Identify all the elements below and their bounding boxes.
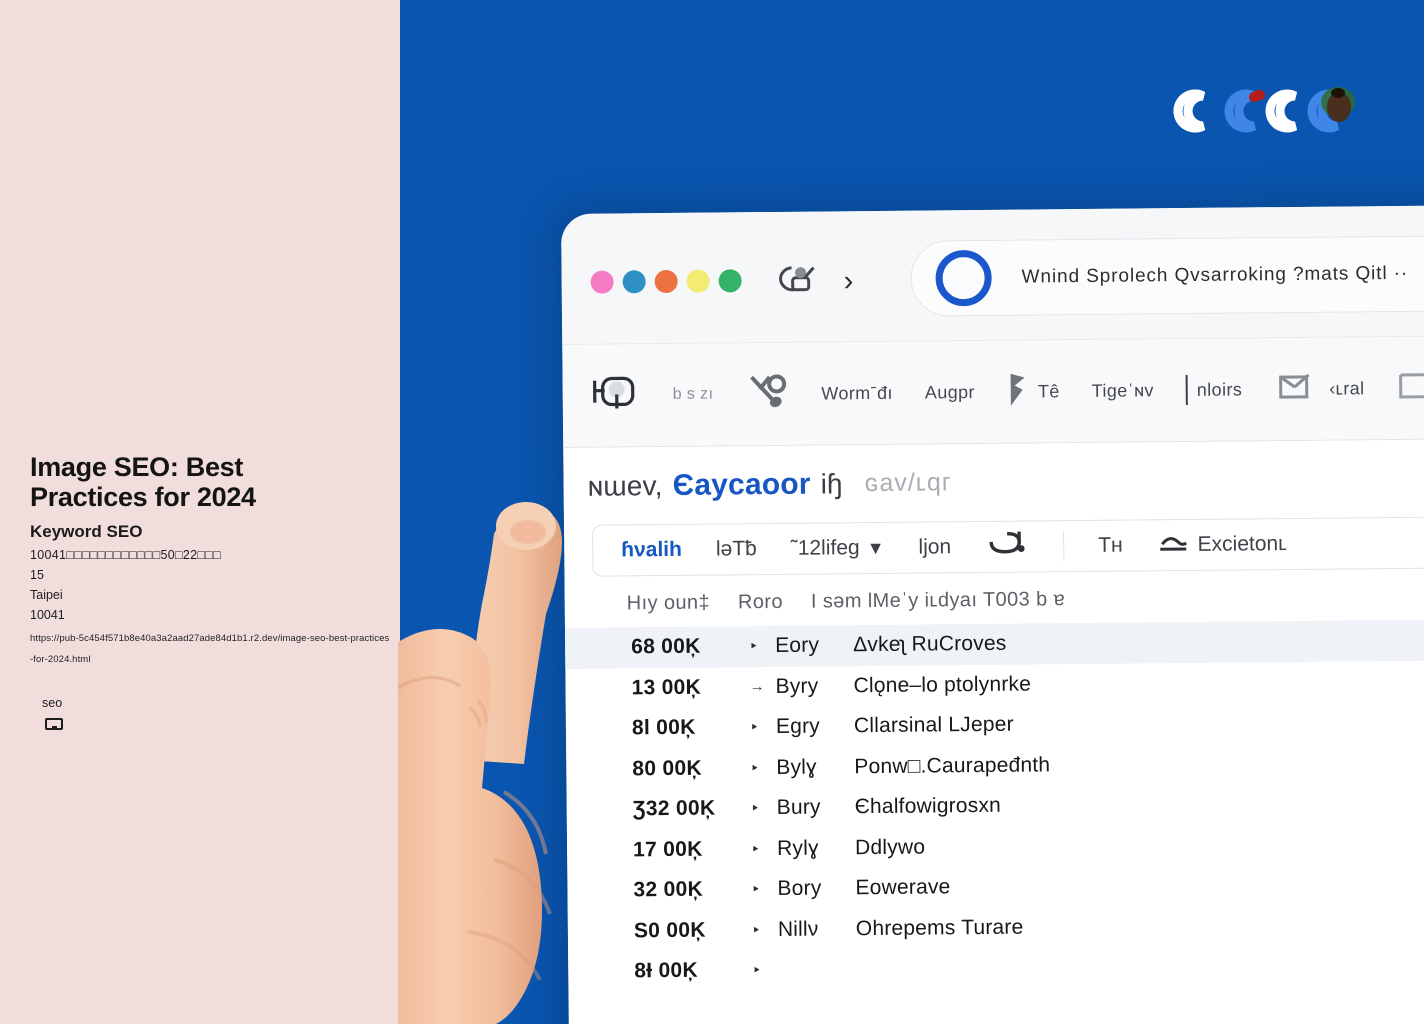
page-heading-muted: ɢav/ʟqг <box>864 468 953 498</box>
dot-blue[interactable] <box>622 270 646 294</box>
address-bar[interactable]: Wnind Sprolech Qvsarroking ?mats Qitl ·· <box>910 233 1424 317</box>
cell-trend: ‣ <box>752 962 762 980</box>
filter-item-12lifeg[interactable]: ˜12lifeg ▼ <box>791 536 885 561</box>
dot-pink[interactable] <box>590 270 614 294</box>
cell-kd: Bory <box>777 876 822 901</box>
flag-pin-icon <box>985 528 1029 566</box>
cell-kd: Egry <box>775 714 821 739</box>
cell-kd: Nillν <box>777 917 819 941</box>
cell-term: Clǫne–lo ptolynrke <box>853 672 1032 697</box>
toolbar-item-kural-label: ‹ʟral <box>1329 377 1365 399</box>
chevron-down-icon: ▼ <box>866 537 885 558</box>
rounded-square-icon <box>587 372 641 420</box>
cell-term: Ddlywo <box>854 835 926 859</box>
four-rings-logo-icon <box>1162 76 1362 146</box>
cell-kd: Bury <box>776 795 821 820</box>
cell-trend: ‣ <box>749 638 759 656</box>
tray-icon <box>1274 368 1320 409</box>
browser-chrome-bar: › Wnind Sprolech Qvsarroking ?mats Qitl … <box>561 204 1424 345</box>
vertical-divider-icon <box>1185 374 1188 406</box>
meta-number: 15 <box>30 568 44 582</box>
window-controls[interactable] <box>590 269 742 294</box>
toolbar-item-nloirs[interactable]: nloirs <box>1185 374 1243 406</box>
panel-icon <box>1396 368 1424 408</box>
cell-trend: ‣ <box>751 881 761 899</box>
dot-orange[interactable] <box>654 269 678 294</box>
toolbar-item-scissors[interactable] <box>745 370 789 417</box>
cell-term: Ohrepems Turare <box>855 915 1024 940</box>
filter-item-lslb[interactable]: lǝTƀ <box>716 537 757 561</box>
cell-trend: ‣ <box>750 800 760 818</box>
page-title: Image SEO: Best Practices for 2024 <box>30 452 256 513</box>
filter-item-flag[interactable] <box>985 528 1029 566</box>
article-subtitle: Keyword SEO <box>30 522 143 541</box>
filter-bar[interactable]: ɦνalih lǝTƀ ˜12lifeg ▼ ljon Tʜ Excietonʟ <box>591 515 1424 577</box>
toolbar-item-tigev[interactable]: Tigeˈɴᴠ <box>1092 380 1154 402</box>
toolbar-item-panel[interactable] <box>1396 368 1424 408</box>
meta-postal: 10041 <box>30 608 65 622</box>
toolbar-item-nloirs-label: nloirs <box>1196 378 1243 400</box>
cell-term: Eowerave <box>855 875 951 900</box>
filter-item-excieton-label: Excietonʟ <box>1197 532 1287 556</box>
toolbar-item-home[interactable] <box>587 372 641 420</box>
cell-trend: ‣ <box>750 759 760 777</box>
article-panel: Image SEO: Best Practices for 2024 Keywo… <box>0 0 400 1024</box>
export-icon <box>1156 529 1190 561</box>
toolbar-item-wormdi[interactable]: Wormˉđı <box>821 382 893 404</box>
toolbar-item-bszi[interactable]: b s zı <box>673 386 714 404</box>
filter-item-ljon[interactable]: ljon <box>918 535 951 559</box>
chevron-right-icon[interactable]: › <box>844 265 854 297</box>
dot-yellow[interactable] <box>686 269 710 293</box>
page-heading-suffix: iɧ <box>820 467 843 500</box>
toolbar-item-augpr[interactable]: Augpr <box>925 382 975 403</box>
toolbar-item-te-label: Tê <box>1037 380 1060 401</box>
cell-kd: Rylɣ <box>776 836 819 860</box>
toolbar-item-te[interactable]: Tê <box>1007 371 1060 413</box>
meta-city: Taipei <box>30 588 63 602</box>
dot-green[interactable] <box>718 269 742 293</box>
cell-trend: ‣ <box>751 921 761 939</box>
filter-item-excieton[interactable]: Excietonʟ <box>1156 528 1287 561</box>
card-icon <box>45 718 63 730</box>
cell-term: Ponw□.Caurapeđnth <box>854 753 1051 778</box>
filter-item-12lifeg-label: ˜12lifeg <box>790 536 860 560</box>
toolbar-item-kural[interactable]: ‹ʟral <box>1274 368 1365 410</box>
meta-address: 10041□□□□□□□□□□□□50□22□□□ <box>30 548 221 562</box>
cell-term: Єhalfowigrosxn <box>854 794 1002 819</box>
subheader-details: I sǝm lΜeˈy iʟdyaı T003 b ɐ <box>810 588 1066 613</box>
cell-kd <box>778 969 856 970</box>
cell-trend: ‣ <box>751 840 761 858</box>
flag-icon <box>1007 371 1029 412</box>
subheader-roro[interactable]: Roro <box>738 591 783 614</box>
article-url[interactable]: https://pub-5c454f571b8e40a3a2aad27ade84… <box>30 629 392 671</box>
browser-nav-controls[interactable]: › <box>775 263 853 301</box>
blue-ring-icon <box>935 249 992 307</box>
speech-bubbles-icon[interactable] <box>775 264 817 301</box>
cell-kd: Eory <box>775 633 820 658</box>
pointing-hand-icon <box>397 492 698 1024</box>
cell-term: Δvkeʅ RuCroves <box>853 631 1007 657</box>
cell-trend: ‣ <box>749 719 759 737</box>
cell-term: Cllarsinal LJeper <box>853 712 1014 738</box>
cell-kd: Byry <box>775 674 819 698</box>
scissors-icon <box>745 370 789 417</box>
cell-kd: Bylɣ <box>776 755 817 779</box>
browser-toolbar: b s zı Wormˉđı Augpr Tê Tigeˈɴᴠ nloirs ‹… <box>562 335 1424 448</box>
screenshot-root: › Wnind Sprolech Qvsarroking ?mats Qitl … <box>0 0 1424 1024</box>
filter-divider <box>1063 531 1065 562</box>
address-bar-value: Wnind Sprolech Qvsarroking ?mats Qitl ·· <box>1021 262 1409 288</box>
filter-item-tk[interactable]: Tʜ <box>1098 534 1123 558</box>
tag-label: seo <box>42 696 63 710</box>
cell-trend: → <box>749 678 765 696</box>
